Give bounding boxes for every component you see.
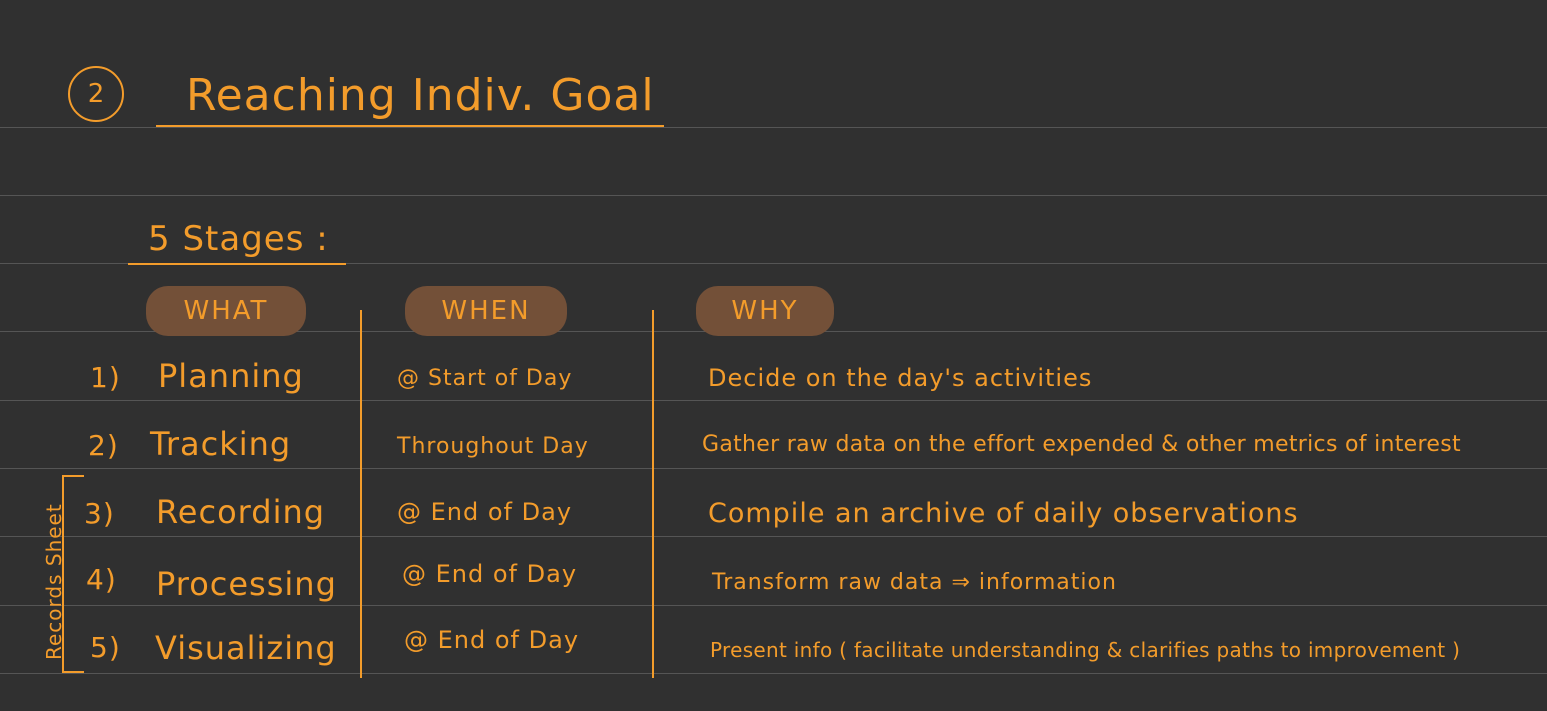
row-4-number: 4) bbox=[86, 563, 117, 596]
ruled-line bbox=[0, 127, 1547, 128]
row-5-why: Present info ( facilitate understanding … bbox=[710, 638, 1461, 662]
header-what: WHAT bbox=[146, 286, 306, 336]
row-4-why: Transform raw data ⇒ information bbox=[712, 570, 1117, 595]
section-number: 2 bbox=[87, 79, 105, 109]
row-1-number: 1) bbox=[90, 361, 121, 394]
ruled-line bbox=[0, 400, 1547, 401]
row-2-why: Gather raw data on the effort expended &… bbox=[702, 432, 1461, 457]
section-number-circle: 2 bbox=[68, 66, 124, 122]
stages-underline bbox=[128, 263, 346, 265]
row-3-number: 3) bbox=[84, 497, 115, 530]
row-1-why: Decide on the day's activities bbox=[708, 364, 1093, 392]
header-what-label: WHAT bbox=[183, 296, 269, 326]
row-4-when: @ End of Day bbox=[402, 560, 578, 588]
row-5-number: 5) bbox=[90, 631, 121, 664]
page-title: Reaching Indiv. Goal bbox=[186, 70, 655, 121]
row-3-what: Recording bbox=[156, 493, 326, 531]
ruled-line bbox=[0, 605, 1547, 606]
row-1-when: @ Start of Day bbox=[397, 366, 573, 391]
notebook-page: 2 Reaching Indiv. Goal 5 Stages : WHAT W… bbox=[0, 0, 1547, 711]
header-when: WHEN bbox=[405, 286, 567, 336]
title-underline bbox=[156, 125, 664, 127]
row-2-what: Tracking bbox=[150, 425, 292, 463]
header-why-label: WHY bbox=[731, 296, 799, 326]
column-divider-what-when bbox=[360, 310, 362, 678]
ruled-line bbox=[0, 468, 1547, 469]
row-3-when: @ End of Day bbox=[397, 498, 573, 526]
row-5-when: @ End of Day bbox=[404, 626, 580, 654]
ruled-line bbox=[0, 673, 1547, 674]
ruled-line bbox=[0, 536, 1547, 537]
row-5-what: Visualizing bbox=[155, 629, 337, 667]
column-divider-when-why bbox=[652, 310, 654, 678]
records-sheet-label: Records Sheet bbox=[42, 503, 66, 660]
row-3-why: Compile an archive of daily observations bbox=[708, 498, 1299, 529]
header-why: WHY bbox=[696, 286, 834, 336]
row-4-what: Processing bbox=[156, 565, 337, 603]
stages-heading: 5 Stages : bbox=[148, 219, 329, 259]
header-when-label: WHEN bbox=[441, 296, 531, 326]
row-2-number: 2) bbox=[88, 429, 119, 462]
ruled-line bbox=[0, 195, 1547, 196]
row-2-when: Throughout Day bbox=[397, 434, 589, 459]
row-1-what: Planning bbox=[158, 357, 304, 395]
